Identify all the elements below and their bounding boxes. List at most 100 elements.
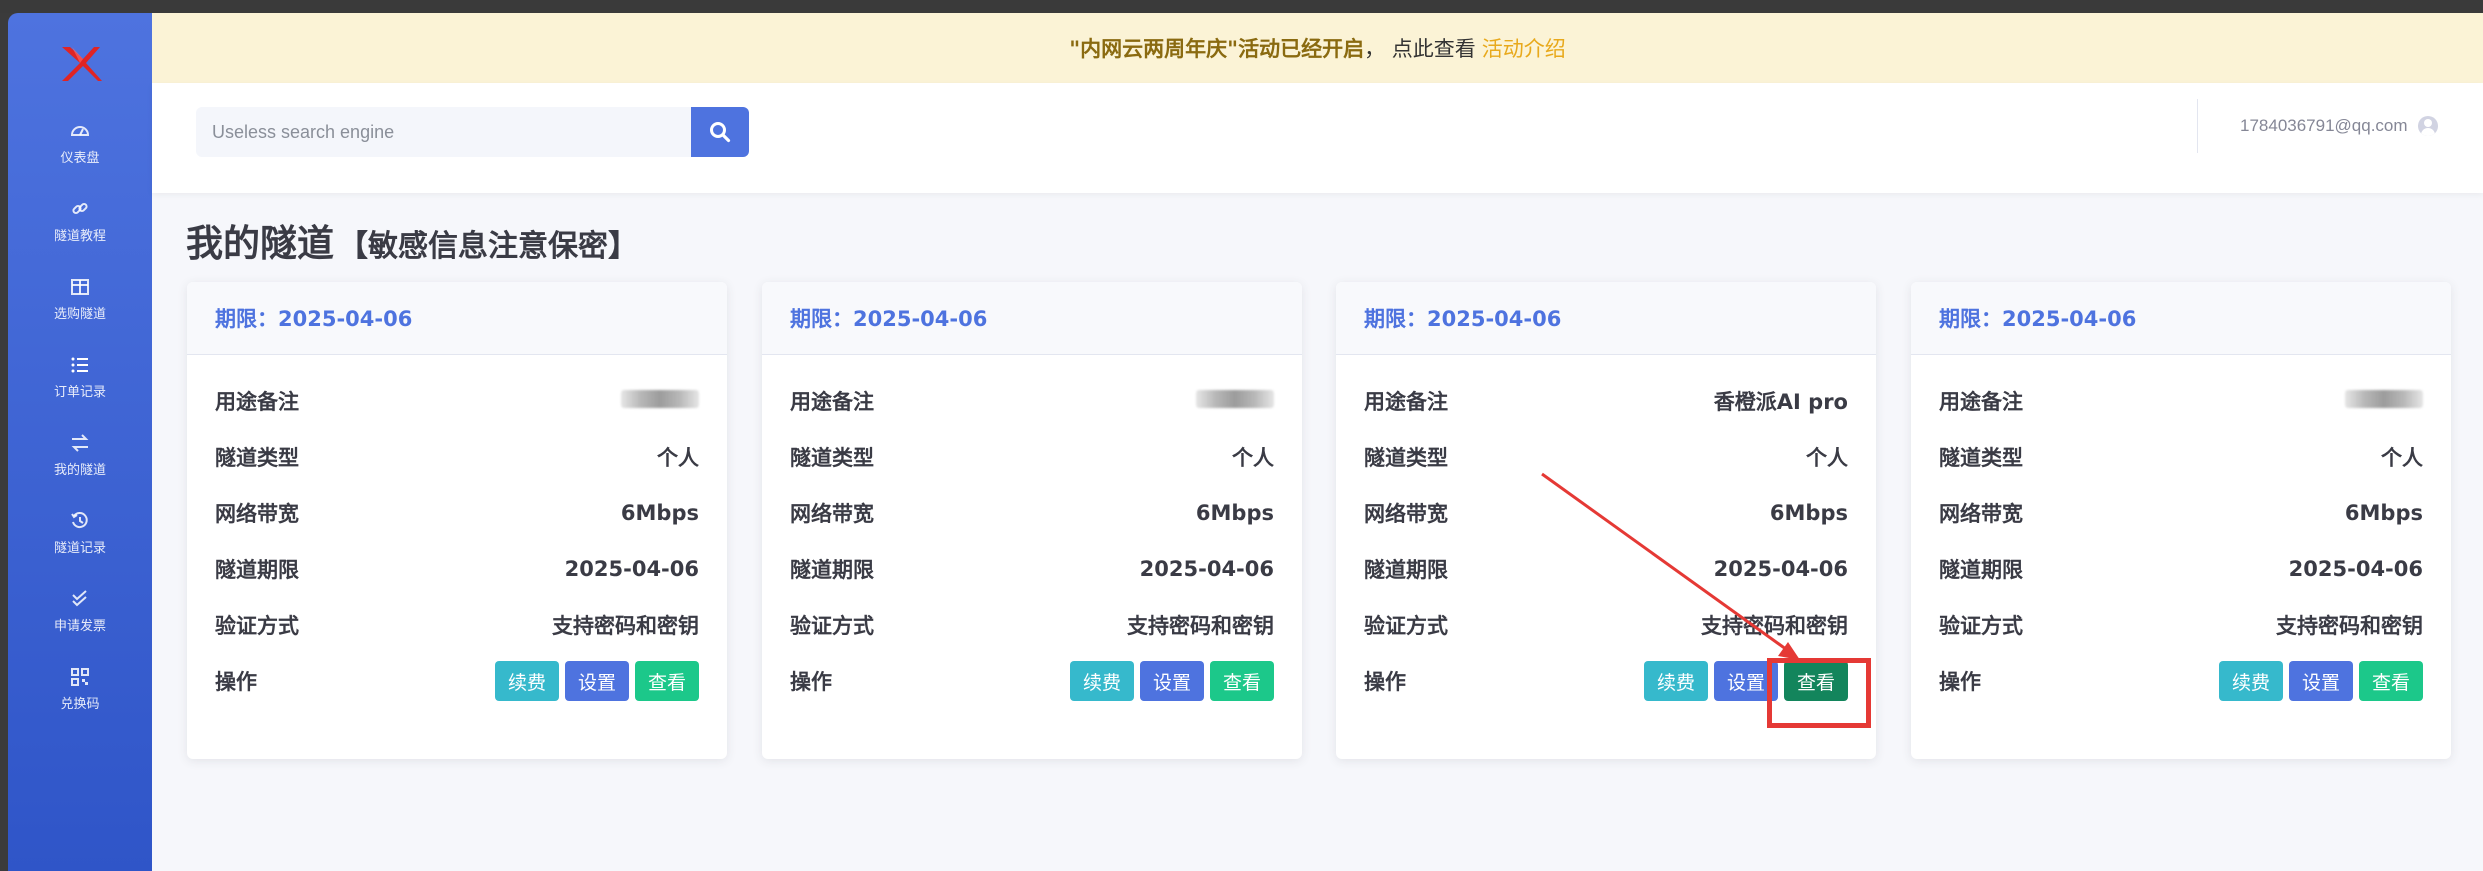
bandwidth-value: 6Mbps (2344, 501, 2423, 525)
row-label: 用途备注 (215, 390, 299, 414)
sidebar-item-label: 我的隧道 (53, 462, 106, 478)
sidebar-item-label: 仪表盘 (60, 150, 100, 166)
expiry-value: 2025-04-06 (564, 557, 699, 581)
sidebar-item-label: 隧道教程 (53, 228, 106, 244)
card-header: 期限：2025-04-06 (1336, 282, 1876, 355)
promo-banner[interactable]: "内网云两周年庆"活动已经开启 ， 点此查看 活动介绍 (152, 13, 2483, 83)
redacted-value (621, 390, 699, 408)
row-bandwidth: 网络带宽 6Mbps (1364, 485, 1848, 541)
row-label: 网络带宽 (215, 502, 299, 526)
row-label: 操作 (1939, 670, 1981, 694)
page-title: 我的隧道 【敏感信息注意保密】 (186, 213, 638, 267)
sidebar-item-label: 隧道记录 (53, 540, 106, 556)
logo[interactable] (58, 41, 104, 87)
search-icon (710, 122, 731, 143)
card-header: 期限：2025-04-06 (762, 282, 1302, 355)
window-top-strip (0, 0, 2483, 13)
sidebar-item-tunnel-logs[interactable]: 隧道记录 (8, 503, 152, 563)
page-subtitle: 【敏感信息注意保密】 (338, 229, 638, 264)
sidebar-item-label: 选购隧道 (53, 306, 106, 322)
row-label: 隧道类型 (1939, 446, 2023, 470)
view-button[interactable]: 查看 (1209, 661, 1274, 701)
expiry-value: 2025-04-06 (1139, 557, 1274, 581)
tunnel-type-value: 个人 (1232, 446, 1274, 470)
view-button[interactable]: 查看 (2358, 661, 2423, 701)
sidebar-item-redeem[interactable]: 兑换码 (8, 659, 152, 719)
sidebar-item-my-tunnels[interactable]: 我的隧道 (8, 425, 152, 485)
row-actions: 操作 续费 设置 查看 (215, 653, 699, 709)
topbar-divider (2197, 99, 2198, 153)
search-button[interactable] (691, 107, 749, 157)
row-expiry: 隧道期限 2025-04-06 (790, 541, 1274, 597)
exchange-icon (69, 433, 91, 453)
action-buttons: 续费 设置 查看 (1643, 661, 1848, 701)
row-bandwidth: 网络带宽 6Mbps (790, 485, 1274, 541)
row-label: 操作 (790, 670, 832, 694)
dashboard-icon (69, 121, 91, 141)
page-title-text: 我的隧道 (186, 222, 334, 265)
settings-button[interactable]: 设置 (1139, 661, 1204, 701)
renew-button[interactable]: 续费 (1643, 661, 1708, 701)
row-label: 隧道类型 (215, 446, 299, 470)
row-label: 隧道类型 (1364, 446, 1448, 470)
sidebar-item-invoice[interactable]: 申请发票 (8, 581, 152, 641)
redacted-value (2345, 390, 2423, 408)
row-bandwidth: 网络带宽 6Mbps (1939, 485, 2423, 541)
row-expiry: 隧道期限 2025-04-06 (1364, 541, 1848, 597)
view-button[interactable]: 查看 (1783, 661, 1848, 701)
action-buttons: 续费 设置 查看 (1069, 661, 1274, 701)
sidebar-item-tutorial[interactable]: 隧道教程 (8, 191, 152, 251)
renew-button[interactable]: 续费 (1069, 661, 1134, 701)
row-label: 验证方式 (1364, 614, 1448, 638)
settings-button[interactable]: 设置 (1713, 661, 1778, 701)
sidebar-item-label: 兑换码 (60, 696, 100, 712)
row-tunnel-type: 隧道类型 个人 (1364, 429, 1848, 485)
card-header: 期限：2025-04-06 (187, 282, 727, 355)
auth-value: 支持密码和密钥 (2276, 614, 2423, 638)
row-label: 隧道期限 (215, 558, 299, 582)
row-label: 隧道类型 (790, 446, 874, 470)
row-label: 操作 (1364, 670, 1406, 694)
row-auth: 验证方式 支持密码和密钥 (790, 597, 1274, 653)
list-icon (69, 355, 91, 375)
row-usage-note: 用途备注 (1939, 373, 2423, 429)
user-menu[interactable]: 1784036791@qq.com (2240, 111, 2438, 141)
search-input[interactable] (196, 107, 691, 157)
expiry-value: 2025-04-06 (1713, 557, 1848, 581)
settings-button[interactable]: 设置 (2288, 661, 2353, 701)
sidebar-item-orders[interactable]: 订单记录 (8, 347, 152, 407)
view-button[interactable]: 查看 (634, 661, 699, 701)
action-buttons: 续费 设置 查看 (2218, 661, 2423, 701)
history-icon (69, 511, 91, 531)
row-usage-note: 用途备注 香橙派AI pro (1364, 373, 1848, 429)
avatar (2417, 116, 2438, 136)
row-label: 网络带宽 (790, 502, 874, 526)
settings-button[interactable]: 设置 (564, 661, 629, 701)
search-bar (196, 107, 749, 157)
row-label: 验证方式 (790, 614, 874, 638)
banner-link[interactable]: 活动介绍 (1482, 33, 1566, 63)
link-icon (69, 199, 91, 219)
row-usage-note: 用途备注 (215, 373, 699, 429)
tunnel-card: 期限：2025-04-06 用途备注 隧道类型 个人 网络带宽 6Mbps 隧道… (762, 282, 1302, 759)
sidebar-item-dashboard[interactable]: 仪表盘 (8, 113, 152, 173)
row-expiry: 隧道期限 2025-04-06 (215, 541, 699, 597)
auth-value: 支持密码和密钥 (1701, 614, 1848, 638)
row-bandwidth: 网络带宽 6Mbps (215, 485, 699, 541)
row-tunnel-type: 隧道类型 个人 (215, 429, 699, 485)
row-label: 隧道期限 (790, 558, 874, 582)
sidebar-item-purchase[interactable]: 选购隧道 (8, 269, 152, 329)
renew-button[interactable]: 续费 (2218, 661, 2283, 701)
redacted-value (1196, 390, 1274, 408)
sidebar-item-label: 申请发票 (53, 618, 106, 634)
tunnel-card: 期限：2025-04-06 用途备注 香橙派AI pro 隧道类型 个人 网络带… (1336, 282, 1876, 759)
banner-highlight: "内网云两周年庆"活动已经开启 (1069, 37, 1365, 61)
row-actions: 操作 续费 设置 查看 (1364, 653, 1848, 709)
bandwidth-value: 6Mbps (1769, 501, 1848, 525)
tunnel-card: 期限：2025-04-06 用途备注 隧道类型 个人 网络带宽 6Mbps 隧道… (187, 282, 727, 759)
row-auth: 验证方式 支持密码和密钥 (1939, 597, 2423, 653)
row-label: 隧道期限 (1364, 558, 1448, 582)
renew-button[interactable]: 续费 (494, 661, 559, 701)
row-auth: 验证方式 支持密码和密钥 (1364, 597, 1848, 653)
row-expiry: 隧道期限 2025-04-06 (1939, 541, 2423, 597)
